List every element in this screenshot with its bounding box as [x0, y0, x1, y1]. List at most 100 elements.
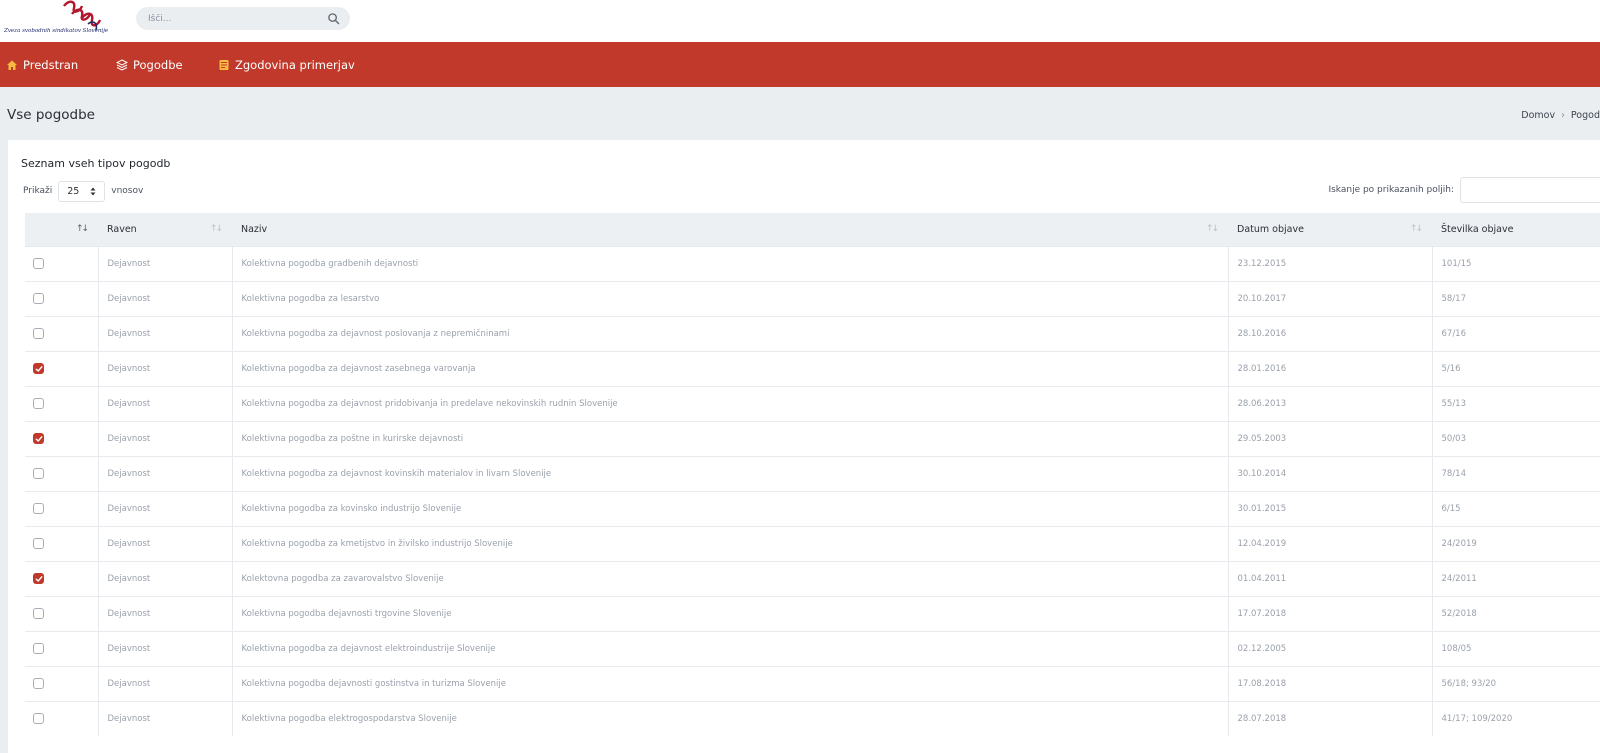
column-header-label: Naziv	[241, 223, 268, 235]
cell-raven: Dejavnost	[98, 315, 233, 351]
column-header-datum-objave[interactable]: ↑↓ Datum objave	[1206, 213, 1432, 246]
cell-stevilka-objave: 50/03	[1432, 420, 1600, 456]
row-checkbox[interactable]	[33, 573, 44, 584]
table-row[interactable]: Dejavnost Kolektivna pogodba za dejavnost…	[25, 630, 1600, 666]
cell-datum-objave: 20.10.2017	[1228, 280, 1433, 316]
row-checkbox[interactable]	[33, 293, 44, 304]
cell-raven: Dejavnost	[98, 245, 233, 281]
table-row[interactable]: Dejavnost Kolektivna pogodba dejavnosti t…	[25, 595, 1600, 631]
cell-datum-objave: 30.10.2014	[1228, 455, 1433, 491]
cell-raven: Dejavnost	[98, 490, 233, 526]
search-input[interactable]	[148, 10, 318, 27]
cell-naziv[interactable]: Kolektivna pogodba za kmetijstvo in živi…	[232, 525, 1229, 561]
cell-naziv[interactable]: Kolektivna pogodba za dejavnost zasebneg…	[232, 350, 1229, 386]
row-checkbox[interactable]	[33, 643, 44, 654]
table-row[interactable]: Dejavnost Kolektivna pogodba za dejavnost…	[25, 315, 1600, 351]
length-prefix: Prikaži	[23, 186, 53, 196]
cell-stevilka-objave: 5/16	[1432, 350, 1600, 386]
filter-input[interactable]	[1460, 177, 1600, 203]
row-checkbox[interactable]	[33, 398, 44, 409]
cell-stevilka-objave: 56/18; 93/20	[1432, 665, 1600, 701]
row-checkbox[interactable]	[33, 468, 44, 479]
cell-raven: Dejavnost	[98, 525, 233, 561]
row-checkbox[interactable]	[33, 678, 44, 689]
cell-datum-objave: 17.08.2018	[1228, 665, 1433, 701]
cell-naziv[interactable]: Kolektivna pogodba za dejavnost kovinski…	[232, 455, 1229, 491]
top-header: Zveza svobodnih sindikatov Slovenije	[0, 0, 1600, 42]
row-checkbox[interactable]	[33, 433, 44, 444]
nav-label: Predstran	[23, 57, 79, 72]
table-row[interactable]: Dejavnost Kolektivna pogodba gradbenih de…	[25, 245, 1600, 281]
cell-stevilka-objave: 41/17; 109/2020	[1432, 700, 1600, 736]
breadcrumb-home-link[interactable]: Domov	[1521, 110, 1555, 121]
cell-stevilka-objave: 101/15	[1432, 245, 1600, 281]
table-row[interactable]: Dejavnost Kolektivna pogodba za lesarstvo…	[25, 280, 1600, 316]
nav-item-predstran[interactable]: Predstran	[6, 42, 78, 87]
row-checkbox[interactable]	[33, 258, 44, 269]
column-header-naziv[interactable]: ↑↓ Naziv	[210, 213, 1228, 246]
page-header: Vse pogodbe Domov › Pogod	[0, 87, 1600, 140]
breadcrumb-separator-icon: ›	[1561, 110, 1565, 121]
cell-naziv[interactable]: Kolektivna pogodba za dejavnost elektroi…	[232, 630, 1229, 666]
table-row[interactable]: Dejavnost Kolektivna pogodba za dejavnost…	[25, 385, 1600, 421]
cell-datum-objave: 30.01.2015	[1228, 490, 1433, 526]
cell-datum-objave: 28.06.2013	[1228, 385, 1433, 421]
cell-stevilka-objave: 78/14	[1432, 455, 1600, 491]
sort-icon: ↑↓	[210, 224, 223, 234]
column-header-stevilka-objave[interactable]: ↑↓ Številka objave	[1410, 213, 1600, 246]
contracts-card: Seznam vseh tipov pogodb Prikaži 25 vnos…	[8, 140, 1600, 753]
search-box	[136, 7, 350, 30]
row-checkbox[interactable]	[33, 608, 44, 619]
sort-icon: ↑↓	[76, 224, 89, 234]
table-row[interactable]: Dejavnost Kolektivna pogodba za kovinsko …	[25, 490, 1600, 526]
sort-icon: ↑↓	[1410, 224, 1423, 234]
table-row[interactable]: Dejavnost Kolektivna pogodba za kmetijstv…	[25, 525, 1600, 561]
row-checkbox[interactable]	[33, 538, 44, 549]
cell-naziv[interactable]: Kolektivna pogodba dejavnosti gostinstva…	[232, 665, 1229, 701]
search-icon[interactable]	[327, 12, 340, 25]
cell-datum-objave: 12.04.2019	[1228, 525, 1433, 561]
cell-naziv[interactable]: Kolektivna pogodba dejavnosti trgovine S…	[232, 595, 1229, 631]
cell-naziv[interactable]: Kolektivna pogodba za kovinsko industrij…	[232, 490, 1229, 526]
page-length-select[interactable]: 25	[58, 180, 106, 202]
nav-item-zgodovina-primerjav[interactable]: Zgodovina primerjav	[218, 42, 355, 87]
row-select-cell	[25, 665, 99, 701]
cell-raven: Dejavnost	[98, 595, 233, 631]
cell-naziv[interactable]: Kolektivna pogodba za dejavnost poslovan…	[232, 315, 1229, 351]
checkmark-icon	[35, 365, 42, 372]
table-row[interactable]: Dejavnost Kolektovna pogodba za zavaroval…	[25, 560, 1600, 596]
cell-datum-objave: 17.07.2018	[1228, 595, 1433, 631]
cell-datum-objave: 01.04.2011	[1228, 560, 1433, 596]
row-select-cell	[25, 455, 99, 491]
page-length-control: Prikaži 25 vnosov	[23, 180, 144, 202]
sort-updown-icon	[90, 187, 96, 195]
cell-raven: Dejavnost	[98, 665, 233, 701]
column-header-label: Številka objave	[1441, 223, 1514, 235]
cell-naziv[interactable]: Kolektovna pogodba za zavarovalstvo Slov…	[232, 560, 1229, 596]
cell-raven: Dejavnost	[98, 700, 233, 736]
cell-datum-objave: 02.12.2005	[1228, 630, 1433, 666]
table-row[interactable]: Dejavnost Kolektivna pogodba za poštne in…	[25, 420, 1600, 456]
row-select-cell	[25, 350, 99, 386]
nav-item-pogodbe[interactable]: Pogodbe	[116, 42, 183, 87]
cell-naziv[interactable]: Kolektivna pogodba za poštne in kurirske…	[232, 420, 1229, 456]
row-checkbox[interactable]	[33, 503, 44, 514]
row-select-cell	[25, 490, 99, 526]
length-suffix: vnosov	[111, 186, 144, 196]
checkmark-icon	[35, 575, 42, 582]
cell-naziv[interactable]: Kolektivna pogodba elektrogospodarstva S…	[232, 700, 1229, 736]
contracts-table: ↑↓ Raven ↑↓ Naziv ↑↓ Datum objave ↑↓ Številk…	[25, 213, 1600, 736]
cell-naziv[interactable]: Kolektivna pogodba gradbenih dejavnosti	[232, 245, 1229, 281]
cell-naziv[interactable]: Kolektivna pogodba za dejavnost pridobiv…	[232, 385, 1229, 421]
table-row[interactable]: Dejavnost Kolektivna pogodba dejavnosti g…	[25, 665, 1600, 701]
table-row[interactable]: Dejavnost Kolektivna pogodba za dejavnost…	[25, 350, 1600, 386]
row-checkbox[interactable]	[33, 363, 44, 374]
logo[interactable]: Zveza svobodnih sindikatov Slovenije	[4, 0, 134, 42]
cell-naziv[interactable]: Kolektivna pogodba za lesarstvo	[232, 280, 1229, 316]
row-checkbox[interactable]	[33, 713, 44, 725]
table-row[interactable]: Dejavnost Kolektivna pogodba za dejavnost…	[25, 455, 1600, 491]
cell-datum-objave: 28.07.2018	[1228, 700, 1433, 736]
table-row[interactable]: Dejavnost Kolektivna pogodba elektrogospo…	[25, 700, 1600, 736]
row-checkbox[interactable]	[33, 328, 44, 339]
cell-raven: Dejavnost	[98, 455, 233, 491]
